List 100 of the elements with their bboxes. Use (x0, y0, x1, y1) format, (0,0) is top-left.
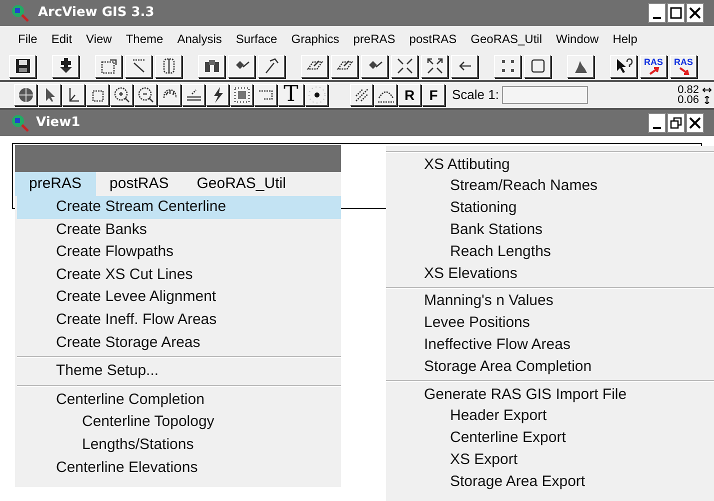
tool-button[interactable] (301, 54, 328, 78)
menu-item[interactable]: Theme Setup... (17, 360, 341, 383)
tool-button[interactable] (9, 54, 36, 78)
menu-item[interactable]: Storage Area Completion (386, 356, 714, 378)
tool-button[interactable] (391, 54, 418, 78)
tool-button[interactable] (258, 54, 285, 78)
tool-button[interactable] (451, 54, 478, 78)
menu-item[interactable]: Analysis (177, 30, 222, 48)
menu-item[interactable]: Graphics (291, 30, 340, 48)
zoom-in-icon (112, 86, 130, 104)
menu-item[interactable]: View (86, 30, 112, 48)
menu-item[interactable]: Levee Positions (386, 312, 714, 334)
close-button[interactable] (686, 3, 704, 23)
view-title: View1 (36, 114, 80, 132)
tool-button[interactable] (110, 84, 133, 106)
menu-item[interactable]: Ineffective Flow Areas (386, 334, 714, 356)
tool-button[interactable] (134, 84, 157, 106)
tool-button[interactable] (52, 54, 79, 78)
tool-button[interactable]: RAS (640, 54, 667, 78)
menu-item[interactable]: preRAS (353, 30, 396, 48)
menu-title[interactable]: preRAS (15, 172, 96, 196)
tool-button[interactable]: R (398, 84, 421, 106)
arrows-in-icon (396, 57, 414, 75)
tool-button[interactable] (421, 54, 448, 78)
menu-item[interactable]: Centerline Elevations (17, 456, 341, 480)
minimize-button[interactable] (648, 113, 666, 133)
menu-item[interactable]: Lengths/Stations (17, 434, 341, 457)
globe-icon (16, 86, 34, 104)
tool-button[interactable] (305, 84, 328, 106)
menu-title[interactable]: postRAS (96, 172, 183, 196)
coordinate-reading: 0.82 (678, 85, 699, 95)
menu-item[interactable]: Centerline Topology (17, 411, 341, 434)
tool-button[interactable] (331, 54, 358, 78)
menu-item[interactable]: Bank Stations (386, 219, 714, 242)
tool-button[interactable] (350, 84, 373, 106)
tool-button[interactable] (182, 84, 205, 106)
menu-item[interactable]: Reach Lengths (386, 241, 714, 263)
tool-button[interactable] (206, 84, 229, 106)
menu-item[interactable]: Edit (51, 30, 72, 48)
menu-item[interactable]: Centerline Export (386, 428, 714, 450)
menu-item[interactable]: Centerline Completion (17, 388, 341, 412)
menu-item[interactable]: Stream/Reach Names (386, 176, 714, 198)
menu-item[interactable]: XS Elevations (386, 262, 714, 285)
menu-title[interactable]: GeoRAS_Util (182, 172, 300, 196)
tool-button[interactable] (38, 84, 61, 106)
menu-item[interactable]: Manning's n Values (386, 290, 714, 313)
menu-item[interactable]: Create Banks (17, 218, 341, 242)
tool-button[interactable]: T (278, 84, 304, 106)
tool-button[interactable]: F (422, 84, 445, 106)
menu-item[interactable]: Create Ineff. Flow Areas (17, 308, 341, 332)
tool-button[interactable] (86, 84, 109, 106)
coordinate-reading: 0.06 (678, 95, 699, 105)
hammer-icon (262, 57, 280, 75)
menu-item[interactable]: Create Flowpaths (17, 241, 341, 264)
globe-magnifier-icon (10, 113, 30, 133)
menu-item[interactable]: Help (612, 30, 638, 48)
tool-button[interactable] (125, 54, 152, 78)
close-icon (689, 7, 701, 19)
tool-button[interactable] (374, 84, 397, 106)
menu-item[interactable]: GeoRAS_Util (470, 30, 542, 48)
menu-item[interactable]: Stationing (386, 198, 714, 220)
tool-button[interactable] (14, 84, 37, 106)
menu-item[interactable]: XS Attibuting (386, 154, 714, 176)
menu-item[interactable]: Create Storage Areas (17, 332, 341, 354)
select-icon (232, 86, 250, 104)
menu-item[interactable]: Window (556, 30, 599, 48)
scale-field[interactable] (502, 86, 588, 104)
menu-item[interactable]: Create Stream Centerline (17, 196, 341, 219)
tool-button[interactable] (230, 84, 253, 106)
tool-button[interactable] (198, 54, 225, 78)
maximize-button[interactable] (667, 3, 685, 23)
tool-button[interactable] (494, 54, 521, 78)
menu-item[interactable]: Create Levee Alignment (17, 286, 341, 309)
tool-button[interactable]: RAS (670, 54, 697, 78)
menu-item[interactable]: Theme (126, 30, 164, 48)
menu-item[interactable]: Header Export (386, 406, 714, 428)
menu-item[interactable]: XS Export (386, 449, 714, 472)
close-icon (689, 117, 701, 129)
tool-button[interactable] (62, 84, 85, 106)
dot-icon (308, 86, 326, 104)
tool-button[interactable] (95, 54, 122, 78)
menu-item[interactable]: Create XS Cut Lines (17, 264, 341, 286)
tool-button[interactable] (228, 54, 255, 78)
help-cursor-icon (614, 57, 632, 75)
tool-button[interactable] (158, 84, 181, 106)
tool-button[interactable] (361, 54, 388, 78)
tool-button[interactable] (254, 84, 277, 106)
tool-button[interactable] (610, 54, 637, 78)
menu-item[interactable]: File (18, 30, 38, 48)
tool-button[interactable] (524, 54, 551, 78)
tool-button[interactable] (155, 54, 182, 78)
menu-item[interactable]: Surface (236, 30, 278, 48)
close-button[interactable] (686, 113, 704, 133)
restore-button[interactable] (667, 113, 685, 133)
menu-item[interactable]: Storage Area Export (386, 471, 714, 493)
minimize-button[interactable] (648, 3, 666, 23)
menu-item[interactable]: Generate RAS GIS Import File (386, 384, 714, 406)
horizontal-arrow-icon (702, 86, 712, 94)
tool-button[interactable] (567, 54, 594, 78)
menu-item[interactable]: postRAS (409, 30, 457, 48)
